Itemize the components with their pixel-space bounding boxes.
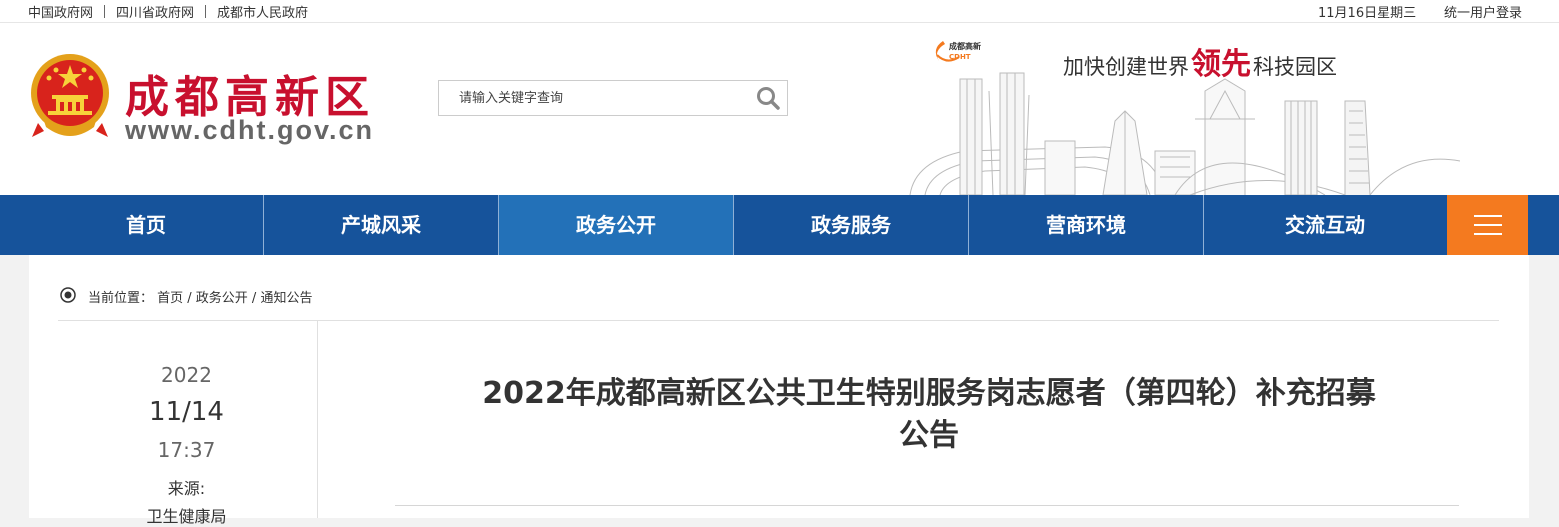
article-title-line: 2022年成都高新区公共卫生特别服务岗志愿者（第四轮）补充招募 (482, 376, 1376, 411)
main-nav: 首页 产城风采 政务公开 政务服务 营商环境 交流互动 (0, 195, 1559, 255)
link-sichuan-gov[interactable]: 四川省政府网 (116, 2, 194, 21)
source-value: 卫生健康局 (146, 507, 227, 526)
logo-text: 成都高新 (949, 41, 981, 51)
divider (205, 5, 207, 18)
menu-bar (1474, 215, 1502, 217)
nav-government-services[interactable]: 政务服务 (734, 195, 969, 255)
location-icon (60, 287, 76, 303)
logo-sub-text: CDHT (949, 53, 971, 61)
publish-time: 17:37 (157, 438, 216, 462)
breadcrumb-path[interactable]: 首页 / 政务公开 / 通知公告 (157, 291, 312, 306)
divider (104, 5, 106, 18)
hamburger-icon[interactable] (1447, 195, 1528, 255)
link-gov-cn[interactable]: 中国政府网 (28, 2, 93, 21)
search-icon[interactable] (755, 85, 781, 111)
site-header: 成都高新区 www.cdht.gov.cn 成都高新 CDHT 加快创建世界领先… (0, 23, 1559, 195)
breadcrumb-label: 当前位置： (88, 291, 154, 306)
search-input[interactable] (439, 81, 759, 115)
nav-city-style[interactable]: 产城风采 (264, 195, 499, 255)
source-label: 来源: (167, 479, 206, 498)
article-title-line: 公告 (899, 418, 959, 453)
divider (58, 320, 1499, 321)
breadcrumb: 当前位置： 首页 / 政务公开 / 通知公告 (88, 287, 312, 306)
unified-login-link[interactable]: 统一用户登录 (1444, 2, 1522, 21)
link-chengdu-gov[interactable]: 成都市人民政府 (217, 2, 308, 21)
skyline-illustration (909, 72, 1460, 195)
publish-year: 2022 (161, 363, 212, 387)
top-bar: 中国政府网 四川省政府网 成都市人民政府 11月16日星期三 统一用户登录 (0, 0, 1559, 23)
article-title: 2022年成都高新区公共卫生特别服务岗志愿者（第四轮）补充招募 公告 (429, 373, 1429, 457)
nav-interaction[interactable]: 交流互动 (1204, 195, 1446, 255)
search-box (438, 80, 788, 116)
nav-home[interactable]: 首页 (29, 195, 264, 255)
menu-bar (1474, 224, 1502, 226)
divider (395, 505, 1459, 506)
national-emblem-icon[interactable] (28, 53, 112, 139)
publish-date: 11/14 (149, 397, 224, 427)
menu-bar (1474, 233, 1502, 235)
cdht-logo-icon: 成都高新 CDHT (935, 41, 981, 62)
site-url: www.cdht.gov.cn (125, 115, 375, 145)
content-panel: 当前位置： 首页 / 政务公开 / 通知公告 2022 11/14 17:37 … (29, 255, 1529, 526)
divider (317, 321, 318, 518)
nav-government-affairs-open[interactable]: 政务公开 (499, 195, 734, 255)
nav-business-environment[interactable]: 营商环境 (969, 195, 1204, 255)
current-date: 11月16日星期三 (1318, 6, 1417, 21)
top-links: 中国政府网 四川省政府网 成都市人民政府 (28, 2, 308, 21)
